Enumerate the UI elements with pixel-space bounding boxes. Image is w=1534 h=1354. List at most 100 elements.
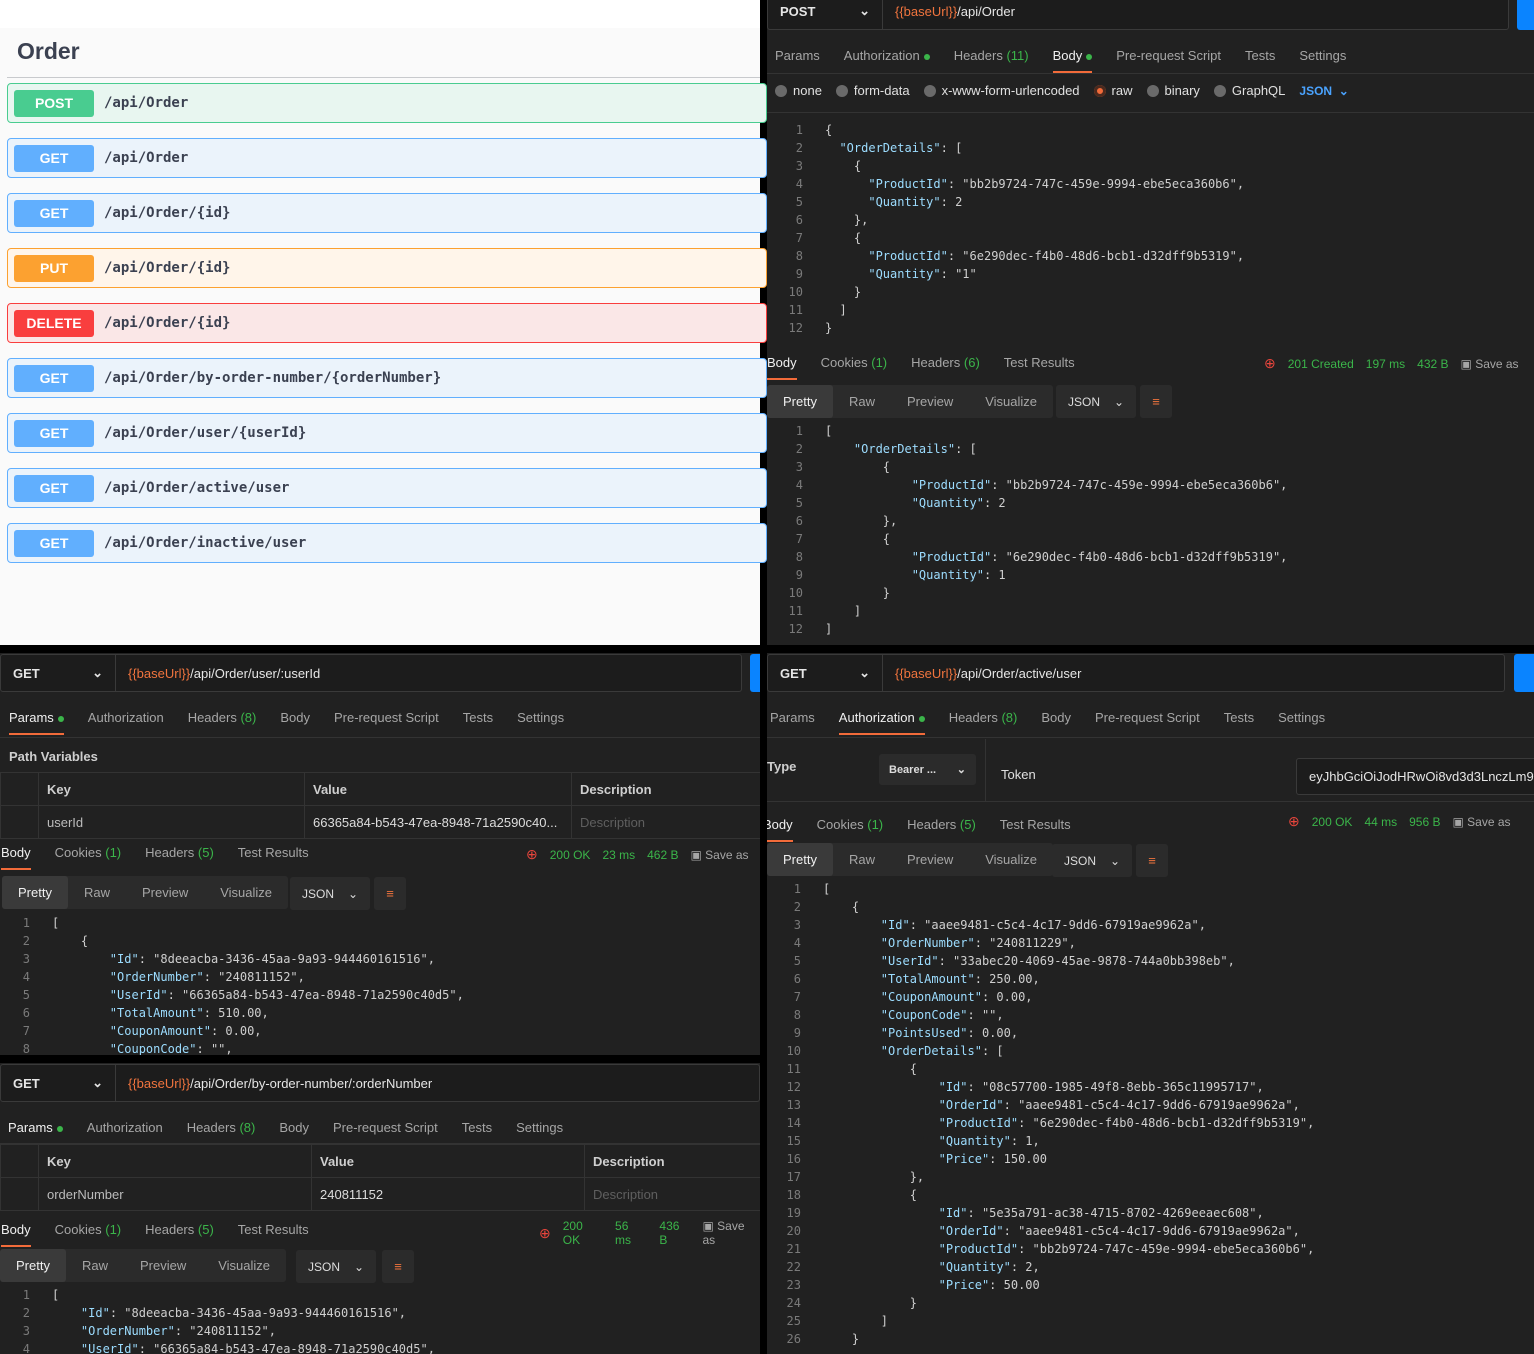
radio-form-data[interactable]: form-data — [835, 83, 910, 98]
method-select[interactable]: GET ⌄ — [1, 655, 116, 691]
view-raw[interactable]: Raw — [66, 1249, 124, 1282]
save-response-button[interactable]: ▣ Save as — [690, 848, 748, 862]
url-input[interactable]: {{baseUrl}}/api/Order/active/user — [883, 666, 1081, 681]
response-size[interactable]: 432 B — [1417, 357, 1448, 371]
response-body-viewer[interactable]: 1[2 "Id": "8deeacba-3436-45aa-9a93-94446… — [0, 1286, 435, 1354]
tab-settings[interactable]: Settings — [1278, 704, 1325, 731]
swagger-section-title[interactable]: Order — [0, 28, 760, 77]
globe-icon[interactable]: ⊕ — [526, 846, 538, 863]
method-select[interactable]: GET ⌄ — [1, 1065, 116, 1101]
operation-row[interactable]: GET/api/Order/{id} — [7, 193, 767, 233]
view-preview[interactable]: Preview — [891, 385, 969, 418]
save-response-button[interactable]: ▣ Save as — [702, 1219, 760, 1247]
response-format-select[interactable]: JSON ⌄ — [290, 877, 371, 910]
operation-row[interactable]: GET/api/Order/active/user — [7, 468, 767, 508]
view-raw[interactable]: Raw — [68, 876, 126, 909]
url-input[interactable]: {{baseUrl}}/api/Order/by-order-number/:o… — [116, 1076, 432, 1091]
response-time[interactable]: 23 ms — [602, 848, 635, 862]
resp-tab-body[interactable]: Body — [1, 839, 31, 870]
request-url-bar[interactable]: GET ⌄ {{baseUrl}}/api/Order/active/user — [767, 654, 1505, 692]
tab-settings[interactable]: Settings — [516, 1114, 563, 1141]
var-description[interactable]: Description — [584, 1177, 760, 1211]
resp-tab-test-results[interactable]: Test Results — [238, 1216, 309, 1243]
request-url-bar[interactable]: POST ⌄ {{baseUrl}}/api/Order — [767, 0, 1509, 30]
operation-row[interactable]: PUT/api/Order/{id} — [7, 248, 767, 288]
tab-pre-request-script[interactable]: Pre-request Script — [1095, 704, 1200, 731]
tab-body[interactable]: Body — [280, 704, 310, 731]
response-size[interactable]: 436 B — [659, 1219, 690, 1247]
var-value[interactable]: 66365a84-b543-47ea-8948-71a2590c40... — [304, 805, 572, 839]
send-button[interactable] — [1514, 654, 1534, 692]
method-select[interactable]: POST ⌄ — [768, 0, 883, 29]
resp-tab-test-results[interactable]: Test Results — [238, 839, 309, 866]
wrap-lines-icon[interactable]: ≡ — [1136, 844, 1168, 877]
response-time[interactable]: 56 ms — [615, 1219, 647, 1247]
send-button[interactable] — [1517, 0, 1534, 30]
url-input[interactable]: {{baseUrl}}/api/Order — [883, 4, 1015, 19]
tab-headers[interactable]: Headers (8) — [949, 704, 1018, 731]
url-input[interactable]: {{baseUrl}}/api/Order/user/:userId — [116, 666, 320, 681]
body-language-select[interactable]: JSON ⌄ — [1299, 84, 1348, 98]
response-size[interactable]: 462 B — [647, 848, 678, 862]
operation-row[interactable]: GET/api/Order/by-order-number/{orderNumb… — [7, 358, 767, 398]
token-input[interactable]: eyJhbGciOiJodHRwOi8vd3d3LnczLm9y — [1296, 758, 1534, 795]
resp-tab-headers[interactable]: Headers (5) — [145, 839, 214, 866]
status-code[interactable]: 200 OK — [550, 848, 591, 862]
save-response-button[interactable]: ▣ Save as — [1452, 815, 1510, 829]
view-visualize[interactable]: Visualize — [202, 1249, 286, 1282]
radio-raw[interactable]: raw — [1093, 83, 1133, 98]
globe-icon[interactable]: ⊕ — [1264, 355, 1276, 372]
tab-authorization[interactable]: Authorization — [87, 1114, 163, 1141]
tab-pre-request-script[interactable]: Pre-request Script — [1116, 42, 1221, 69]
view-raw[interactable]: Raw — [833, 843, 891, 876]
operation-row[interactable]: GET/api/Order — [7, 138, 767, 178]
resp-tab-body[interactable]: Body — [767, 811, 793, 842]
operation-row[interactable]: GET/api/Order/user/{userId} — [7, 413, 767, 453]
radio-graphql[interactable]: GraphQL — [1213, 83, 1285, 98]
request-url-bar[interactable]: GET ⌄ {{baseUrl}}/api/Order/by-order-numb… — [0, 1064, 760, 1102]
tab-authorization[interactable]: Authorization — [838, 704, 925, 735]
tab-params[interactable]: Params — [8, 1114, 63, 1145]
resp-tab-test-results[interactable]: Test Results — [1000, 811, 1071, 838]
response-format-select[interactable]: JSON ⌄ — [296, 1250, 377, 1283]
globe-icon[interactable]: ⊕ — [1288, 813, 1300, 830]
view-raw[interactable]: Raw — [833, 385, 891, 418]
save-response-button[interactable]: ▣ Save as — [1461, 357, 1519, 371]
tab-body[interactable]: Body — [279, 1114, 309, 1141]
response-time[interactable]: 44 ms — [1364, 815, 1397, 829]
resp-tab-headers[interactable]: Headers (5) — [145, 1216, 214, 1243]
method-select[interactable]: GET ⌄ — [768, 655, 883, 691]
tab-tests[interactable]: Tests — [462, 1114, 492, 1141]
tab-authorization[interactable]: Authorization — [88, 704, 164, 731]
radio-binary[interactable]: binary — [1146, 83, 1200, 98]
status-code[interactable]: 200 OK — [563, 1219, 603, 1247]
tab-pre-request-script[interactable]: Pre-request Script — [334, 704, 439, 731]
tab-headers[interactable]: Headers (8) — [187, 1114, 256, 1141]
wrap-lines-icon[interactable]: ≡ — [382, 1250, 414, 1283]
response-format-select[interactable]: JSON ⌄ — [1052, 844, 1133, 877]
response-body-viewer[interactable]: 1[2 {3 "Id": "8deeacba-3436-45aa-9a93-94… — [0, 914, 464, 1055]
resp-tab-cookies[interactable]: Cookies (1) — [817, 811, 883, 838]
request-body-editor[interactable]: 1{2 "OrderDetails": [3 {4 "ProductId": "… — [767, 121, 1245, 337]
response-body-viewer[interactable]: 1[2 "OrderDetails": [3 {4 "ProductId": "… — [767, 422, 1288, 638]
resp-tab-headers[interactable]: Headers (6) — [911, 349, 980, 376]
auth-type-select[interactable]: Bearer ... ⌄ — [879, 754, 976, 785]
response-size[interactable]: 956 B — [1409, 815, 1440, 829]
view-pretty[interactable]: Pretty — [767, 385, 833, 418]
var-value[interactable]: 240811152 — [311, 1177, 585, 1211]
tab-tests[interactable]: Tests — [1224, 704, 1254, 731]
tab-tests[interactable]: Tests — [1245, 42, 1275, 69]
tab-headers[interactable]: Headers (8) — [188, 704, 257, 731]
tab-params[interactable]: Params — [770, 704, 815, 731]
tab-headers[interactable]: Headers (11) — [954, 42, 1029, 69]
operation-row[interactable]: DELETE/api/Order/{id} — [7, 303, 767, 343]
view-pretty[interactable]: Pretty — [767, 843, 833, 876]
resp-tab-body[interactable]: Body — [1, 1216, 31, 1247]
globe-icon[interactable]: ⊕ — [539, 1225, 551, 1242]
view-preview[interactable]: Preview — [891, 843, 969, 876]
response-format-select[interactable]: JSON ⌄ — [1056, 385, 1137, 418]
tab-settings[interactable]: Settings — [517, 704, 564, 731]
tab-params[interactable]: Params — [9, 704, 64, 735]
view-pretty[interactable]: Pretty — [2, 876, 68, 909]
tab-params[interactable]: Params — [775, 42, 820, 69]
